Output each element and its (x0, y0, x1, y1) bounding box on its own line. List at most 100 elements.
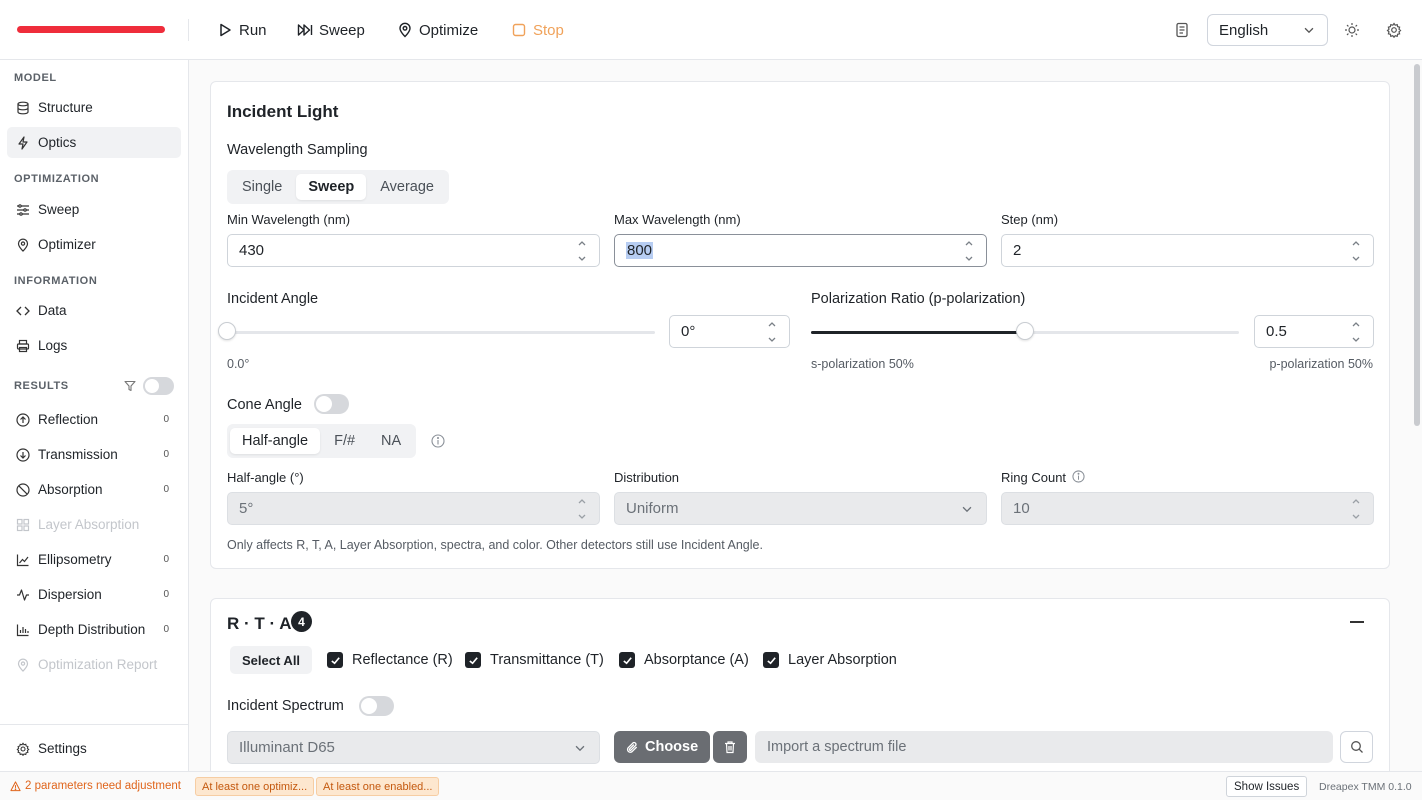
show-issues-button[interactable]: Show Issues (1226, 776, 1308, 797)
stepper[interactable] (1351, 319, 1363, 345)
sidebar-item-settings[interactable]: Settings (7, 733, 181, 764)
section-results: RESULTS (14, 380, 69, 392)
sampling-mode-average[interactable]: Average (368, 174, 446, 200)
sampling-mode-sweep[interactable]: Sweep (296, 174, 367, 200)
scrollbar[interactable] (1414, 64, 1420, 426)
delete-file-button[interactable] (713, 731, 747, 763)
incident-spectrum-toggle[interactable] (359, 696, 394, 716)
chevron-down-icon (578, 256, 586, 261)
incident-angle-label: Incident Angle (227, 291, 319, 307)
max-wavelength-input[interactable]: 800 (614, 234, 987, 267)
absorptance-checkbox[interactable]: Absorptance (A) (619, 652, 749, 668)
sidebar-item-transmission[interactable]: Transmission 0 (7, 439, 181, 470)
count-badge: 0 (163, 484, 169, 495)
cone-mode-na[interactable]: NA (369, 428, 413, 454)
checkbox-label: Absorptance (A) (644, 652, 749, 668)
sidebar-item-label: Transmission (38, 447, 118, 462)
stepper[interactable] (577, 496, 589, 522)
chevron-down-icon (1352, 514, 1360, 519)
sidebar-item-optics[interactable]: Optics (7, 127, 181, 158)
sidebar-item-structure[interactable]: Structure (7, 92, 181, 123)
info-icon[interactable] (431, 434, 445, 448)
incident-angle-track[interactable] (227, 331, 655, 334)
sidebar-item-label: Logs (38, 338, 68, 353)
polarization-thumb[interactable] (1016, 322, 1034, 340)
stop-button[interactable]: Stop (511, 18, 564, 42)
incident-angle-readout: 0.0° (227, 357, 250, 371)
stepper[interactable] (1351, 238, 1363, 264)
grid-icon (16, 518, 30, 531)
distribution-select[interactable]: Uniform (614, 492, 987, 525)
section-optimization: OPTIMIZATION (14, 173, 100, 185)
layer-absorption-checkbox[interactable]: Layer Absorption (763, 652, 897, 668)
search-button[interactable] (1340, 731, 1373, 763)
gear-icon[interactable] (1385, 21, 1403, 39)
lightning-icon (18, 135, 28, 150)
chevron-up-icon (768, 322, 776, 327)
sidebar-item-absorption[interactable]: Absorption 0 (7, 474, 181, 505)
filter-icon[interactable] (124, 380, 136, 392)
document-icon[interactable] (1173, 21, 1191, 39)
polarization-input[interactable]: 0.5 (1254, 315, 1374, 348)
line-chart-icon (16, 554, 29, 566)
transmittance-checkbox[interactable]: Transmittance (T) (465, 652, 604, 668)
sidebar-item-data[interactable]: Data (7, 295, 181, 326)
optimize-label: Optimize (419, 21, 479, 39)
choose-file-button[interactable]: Choose (614, 731, 711, 763)
sidebar-item-dispersion[interactable]: Dispersion 0 (7, 579, 181, 610)
chevron-up-icon (1352, 322, 1360, 327)
map-pin-icon (17, 658, 29, 672)
language-select[interactable]: English (1207, 14, 1328, 46)
activity-icon (17, 588, 29, 601)
stepper[interactable] (577, 238, 589, 264)
spectrum-select[interactable]: Illuminant D65 (227, 731, 600, 764)
step-input[interactable]: 2 (1001, 234, 1374, 267)
cone-mode-f-number[interactable]: F/# (322, 428, 367, 454)
count-badge: 0 (163, 624, 169, 635)
status-warning-text: 2 parameters need adjustment (25, 780, 181, 792)
incident-angle-input[interactable]: 0° (669, 315, 790, 348)
main-content: Incident Light Wavelength Sampling Singl… (189, 60, 1422, 771)
sun-icon[interactable] (1343, 21, 1361, 39)
sampling-mode-single[interactable]: Single (230, 174, 294, 200)
run-button[interactable]: Run (217, 18, 267, 42)
stepper[interactable] (767, 319, 779, 345)
sidebar-item-sweep[interactable]: Sweep (7, 194, 181, 225)
min-wavelength-input[interactable]: 430 (227, 234, 600, 267)
issue-chip[interactable]: At least one optimiz... (195, 777, 315, 796)
cone-mode-segmented: Half-angle F/# NA (227, 424, 417, 458)
sidebar-item-optimizer[interactable]: Optimizer (7, 229, 181, 260)
incident-angle-thumb[interactable] (218, 322, 236, 340)
ring-count-input[interactable]: 10 (1001, 492, 1374, 525)
sidebar-item-label: Optics (38, 135, 77, 150)
status-warning[interactable]: 2 parameters need adjustment (10, 780, 181, 792)
checkbox-checked (763, 652, 779, 668)
section-model: MODEL (14, 72, 57, 84)
cone-mode-half-angle[interactable]: Half-angle (230, 428, 321, 454)
sidebar-item-label: Structure (38, 100, 93, 115)
issue-chip[interactable]: At least one enabled... (316, 777, 440, 796)
sidebar-item-label: Ellipsometry (38, 552, 112, 567)
stepper[interactable] (964, 238, 976, 264)
sidebar-item-depth-distribution[interactable]: Depth Distribution 0 (7, 614, 181, 645)
chevron-up-icon (1352, 241, 1360, 246)
sidebar-item-logs[interactable]: Logs (7, 330, 181, 361)
chevron-down-icon (965, 256, 973, 261)
cone-angle-toggle[interactable] (314, 394, 349, 414)
optimize-button[interactable]: Optimize (397, 18, 478, 42)
toolbar-divider (188, 19, 189, 41)
sidebar-item-ellipsometry[interactable]: Ellipsometry 0 (7, 544, 181, 575)
sidebar-item-reflection[interactable]: Reflection 0 (7, 404, 181, 435)
step-label: Step (nm) (1001, 212, 1059, 227)
spectrum-file-input[interactable]: Import a spectrum file (755, 731, 1333, 763)
reflectance-checkbox[interactable]: Reflectance (R) (327, 652, 453, 668)
info-icon[interactable] (1072, 470, 1085, 483)
results-filter-toggle[interactable] (143, 377, 174, 395)
chevron-down-icon (1352, 256, 1360, 261)
stepper[interactable] (1351, 496, 1363, 522)
half-angle-input[interactable]: 5° (227, 492, 600, 525)
collapse-icon[interactable] (1350, 621, 1364, 623)
sweep-button[interactable]: Sweep (297, 18, 365, 42)
p-polarization-label: p-polarization 50% (1269, 357, 1373, 371)
select-all-button[interactable]: Select All (230, 646, 313, 674)
